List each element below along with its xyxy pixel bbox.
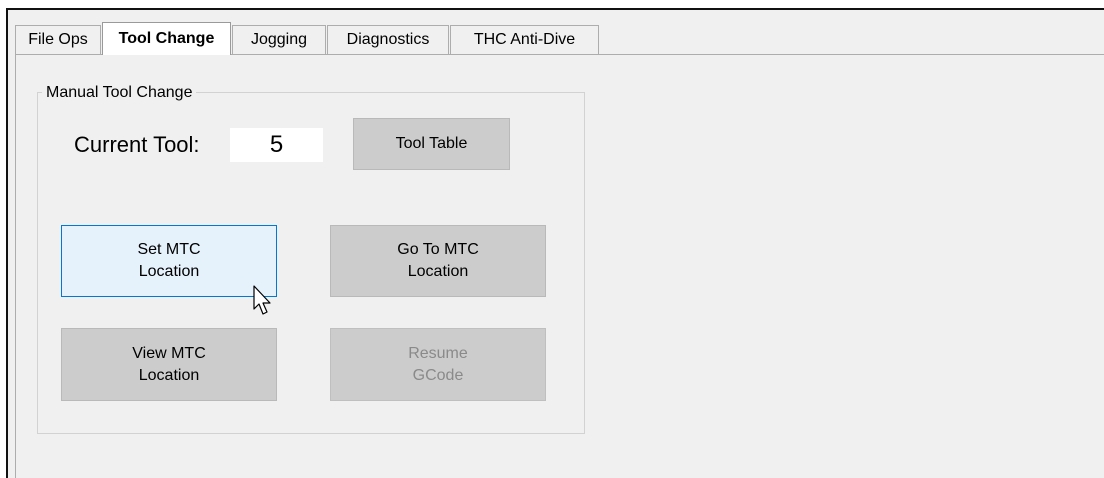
tab-file-ops[interactable]: File Ops [15, 25, 101, 54]
set-mtc-location-button[interactable]: Set MTC Location [61, 225, 277, 297]
main-window: File Ops Tool Change Jogging Diagnostics… [6, 8, 1104, 478]
tool-table-button[interactable]: Tool Table [353, 118, 510, 170]
current-tool-value: 5 [230, 128, 323, 162]
go-to-mtc-location-button[interactable]: Go To MTC Location [330, 225, 546, 297]
tab-strip: File Ops Tool Change Jogging Diagnostics… [8, 10, 1104, 55]
current-tool-label: Current Tool: [74, 132, 200, 157]
mouse-pointer-icon [253, 285, 271, 315]
tab-diagnostics[interactable]: Diagnostics [327, 25, 449, 54]
view-mtc-location-button[interactable]: View MTC Location [61, 328, 277, 401]
resume-gcode-button[interactable]: Resume GCode [330, 328, 546, 401]
tab-tool-change[interactable]: Tool Change [102, 22, 231, 55]
tab-jogging[interactable]: Jogging [232, 25, 326, 54]
tab-thc-anti-dive[interactable]: THC Anti-Dive [450, 25, 599, 54]
group-title: Manual Tool Change [42, 84, 197, 102]
